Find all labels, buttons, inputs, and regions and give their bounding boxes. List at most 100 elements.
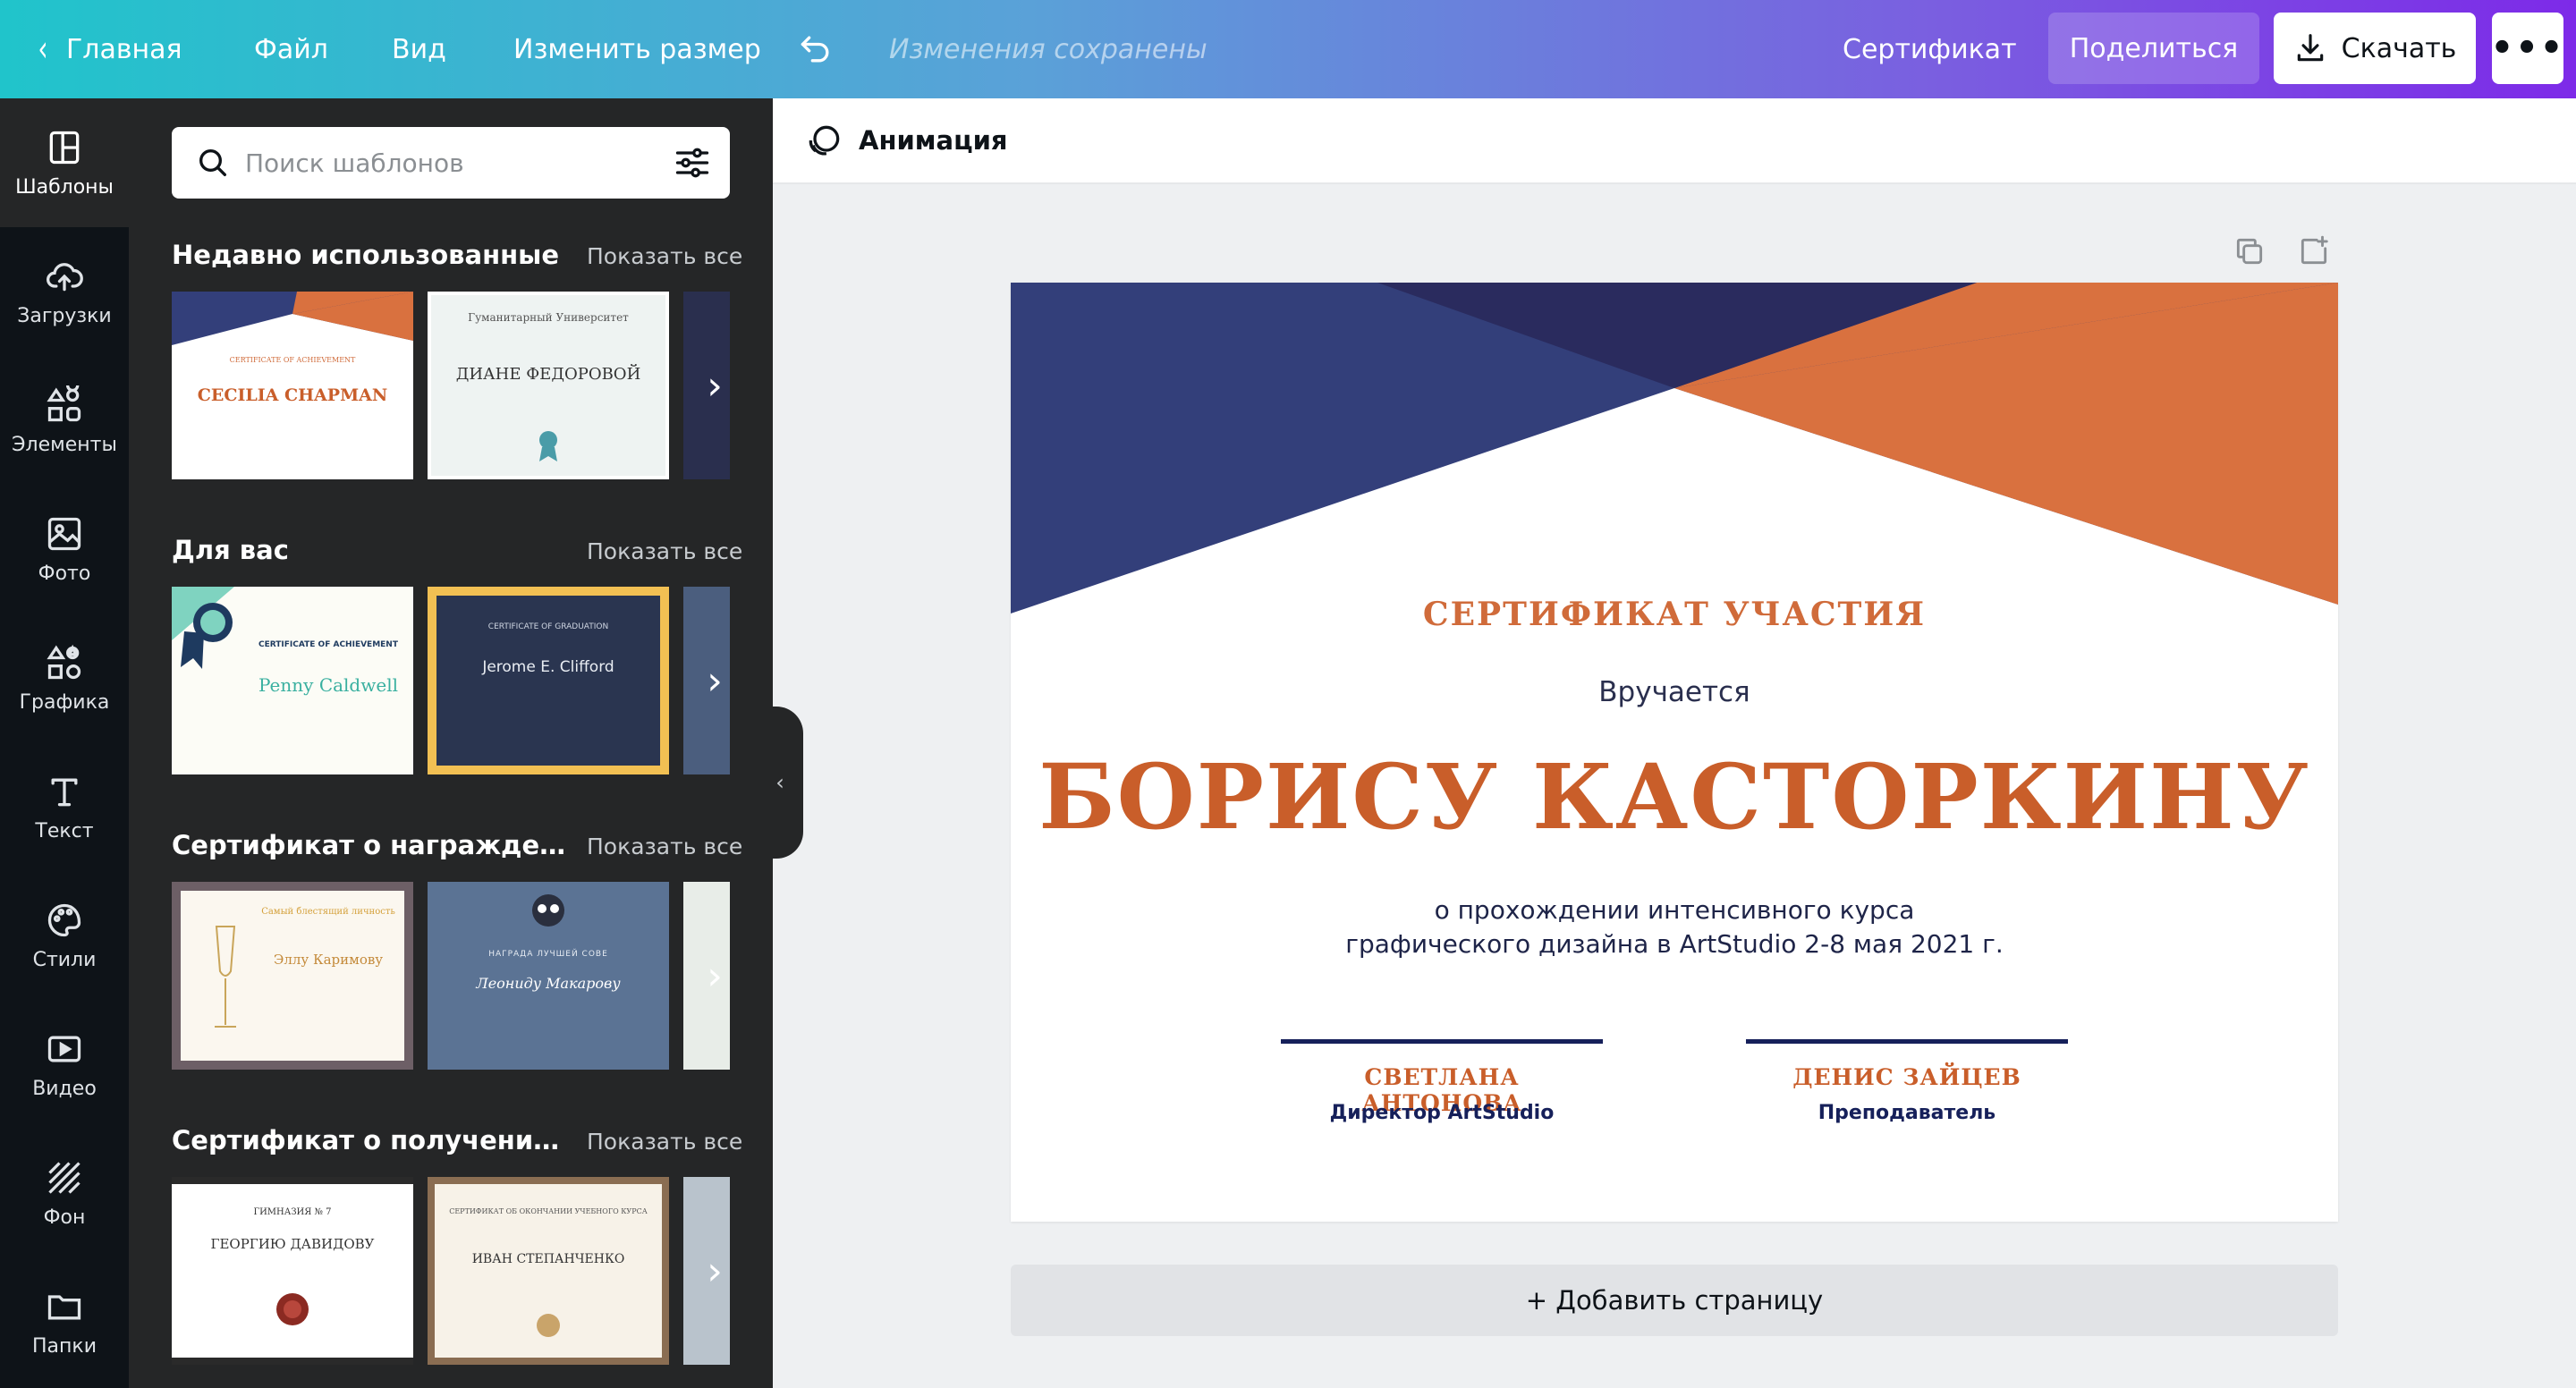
video-icon xyxy=(47,1036,81,1062)
rail-item-video[interactable]: Видео xyxy=(0,1000,129,1129)
section-title: Сертификат о получении ди... xyxy=(172,1125,574,1155)
more-button[interactable]: ••• xyxy=(2491,13,2563,84)
carousel-next-icon[interactable]: › xyxy=(692,649,737,712)
add-page-button[interactable]: + Добавить страницу xyxy=(1011,1265,2338,1336)
certificate-page[interactable]: СЕРТИФИКАТ УЧАСТИЯ Вручается БОРИСУ КАСТ… xyxy=(1011,283,2338,1222)
signature-line xyxy=(1746,1039,2068,1044)
rail-label: Видео xyxy=(32,1077,97,1100)
thumb-line2: ГЕОРГИЮ ДАВИДОВУ xyxy=(210,1236,375,1252)
carousel-next-icon[interactable]: › xyxy=(692,1240,737,1302)
thumb-line2: Jerome E. Clifford xyxy=(482,658,614,676)
top-bar: ‹ Главная Файл Вид Изменить размер Измен… xyxy=(0,0,2576,98)
file-menu[interactable]: Файл xyxy=(254,0,328,98)
templates-panel: Поиск шаблонов Недавно использованные По… xyxy=(129,98,773,1388)
rail-label: Элементы xyxy=(12,433,117,456)
template-thumbnail[interactable]: НАГРАДА ЛУЧШЕЙ СОВЕ Леониду Макарову xyxy=(428,882,669,1070)
template-thumbnail[interactable]: CERTIFICATE OF ACHIEVEMENT Penny Caldwel… xyxy=(172,587,413,774)
rail-item-elements[interactable]: Элементы xyxy=(0,356,129,485)
glass-icon xyxy=(215,926,236,1028)
thumb-line1: CERTIFICATE OF ACHIEVEMENT xyxy=(258,640,398,649)
thumb-line2: Penny Caldwell xyxy=(258,674,398,696)
animation-toolbar: Анимация xyxy=(773,98,2576,184)
signature-line xyxy=(1281,1039,1603,1044)
home-link[interactable]: ‹ Главная xyxy=(36,0,182,98)
rail-label: Текст xyxy=(35,819,94,842)
rail-label: Загрузки xyxy=(17,304,112,327)
rail-item-graphics[interactable]: Графика xyxy=(0,614,129,742)
seal-icon xyxy=(537,1314,560,1337)
rail-item-text[interactable]: Текст xyxy=(0,742,129,871)
seal-icon xyxy=(276,1293,309,1325)
section-title: Для вас xyxy=(172,535,289,565)
download-icon xyxy=(2297,34,2323,62)
show-all-link[interactable]: Показать все xyxy=(587,243,742,269)
section-title: Недавно использованные xyxy=(172,240,560,270)
rail-item-uploads[interactable]: Загрузки xyxy=(0,227,129,356)
recipient-name: БОРИСУ КАСТОРКИНУ xyxy=(1038,744,2310,850)
show-all-link[interactable]: Показать все xyxy=(587,538,742,564)
collapse-panel-icon[interactable]: ‹ xyxy=(757,707,803,859)
thumb-line2: CECILIA CHAPMAN xyxy=(197,385,388,405)
search-box[interactable]: Поиск шаблонов xyxy=(172,127,730,199)
animation-button[interactable]: Анимация xyxy=(859,125,1008,156)
rail-item-styles[interactable]: Стили xyxy=(0,871,129,1000)
show-all-link[interactable]: Показать все xyxy=(587,1129,742,1155)
thumb-line1: Самый блестящий личность xyxy=(261,907,395,917)
template-thumbnail[interactable]: Гуманитарный Университет ДИАНЕ ФЕДОРОВОЙ xyxy=(428,292,669,479)
template-thumbnail[interactable]: СЕРТИФИКАТ ОБ ОКОНЧАНИИ УЧЕБНОГО КУРСА И… xyxy=(428,1177,669,1365)
show-all-link[interactable]: Показать все xyxy=(587,834,742,859)
template-thumbnail[interactable]: Самый блестящий личность Эллу Каримову xyxy=(172,882,413,1070)
search-input[interactable]: Поиск шаблонов xyxy=(245,148,673,178)
badge-icon xyxy=(172,587,234,669)
rail-item-photos[interactable]: Фото xyxy=(0,485,129,614)
upload-cloud-icon xyxy=(47,262,83,291)
add-page-icon[interactable] xyxy=(2297,234,2331,268)
rail-label: Графика xyxy=(19,690,110,714)
thumb-line2: ДИАНЕ ФЕДОРОВОЙ xyxy=(455,365,641,384)
palette-icon xyxy=(47,903,81,936)
thumb-line2: ИВАН СТЕПАНЧЕНКО xyxy=(471,1252,625,1266)
carousel-next-icon[interactable]: › xyxy=(692,944,737,1007)
section-title: Сертификат о награждении xyxy=(172,830,574,860)
home-label: Главная xyxy=(66,33,182,65)
template-thumbnail[interactable]: ГИМНАЗИЯ № 7 ГЕОРГИЮ ДАВИДОВУ xyxy=(172,1177,413,1365)
thumb-line1: CERTIFICATE OF GRADUATION xyxy=(487,622,609,631)
owl-icon xyxy=(532,894,564,927)
rail-item-folders[interactable]: Папки xyxy=(0,1257,129,1386)
carousel-next-icon[interactable]: › xyxy=(692,354,737,417)
certificate-banner xyxy=(1011,283,2338,614)
certificate-description-line1: о прохождении интенсивного курса xyxy=(1434,895,1915,925)
resize-menu[interactable]: Изменить размер xyxy=(513,0,761,98)
shapes-icon xyxy=(47,385,81,421)
signer-role: Преподаватель xyxy=(1818,1102,1996,1124)
filter-icon[interactable] xyxy=(673,143,712,182)
share-button[interactable]: Поделиться xyxy=(2048,13,2259,84)
chevron-left-icon: ‹ xyxy=(38,29,48,70)
animation-icon[interactable] xyxy=(805,121,844,160)
thumb-line1: ГИМНАЗИЯ № 7 xyxy=(253,1207,332,1217)
thumb-line2: Леониду Макарову xyxy=(476,975,621,992)
left-rail: Шаблоны Загрузки Элементы Фото Графика Т… xyxy=(0,98,129,1388)
thumb-line1: Гуманитарный Университет xyxy=(468,311,629,324)
text-icon xyxy=(51,778,78,806)
save-status: Изменения сохранены xyxy=(889,33,1208,65)
rail-label: Папки xyxy=(32,1334,97,1358)
thumb-line1: НАГРАДА ЛУЧШЕЙ СОВЕ xyxy=(488,950,608,959)
thumb-line1: CERTIFICATE OF ACHIEVEMENT xyxy=(229,356,356,364)
document-title[interactable]: Сертификат xyxy=(1843,0,2017,98)
pattern-icon xyxy=(48,1161,80,1194)
template-thumbnail[interactable]: CERTIFICATE OF ACHIEVEMENT CECILIA CHAPM… xyxy=(172,292,413,479)
download-button[interactable]: Скачать xyxy=(2274,13,2476,84)
rail-item-templates[interactable]: Шаблоны xyxy=(0,98,129,227)
duplicate-page-icon[interactable] xyxy=(2233,234,2267,268)
undo-icon[interactable] xyxy=(796,0,835,98)
seal-icon xyxy=(539,431,557,461)
signer-role: Директор ArtStudio xyxy=(1329,1102,1555,1124)
certificate-description-line2: графического дизайна в ArtStudio 2-8 мая… xyxy=(1345,929,2004,959)
download-label: Скачать xyxy=(2341,32,2457,64)
rail-item-background[interactable]: Фон xyxy=(0,1129,129,1257)
template-thumbnail[interactable]: CERTIFICATE OF GRADUATION Jerome E. Clif… xyxy=(428,587,669,774)
search-icon xyxy=(199,149,226,176)
rail-label: Стили xyxy=(32,948,97,971)
view-menu[interactable]: Вид xyxy=(392,0,446,98)
